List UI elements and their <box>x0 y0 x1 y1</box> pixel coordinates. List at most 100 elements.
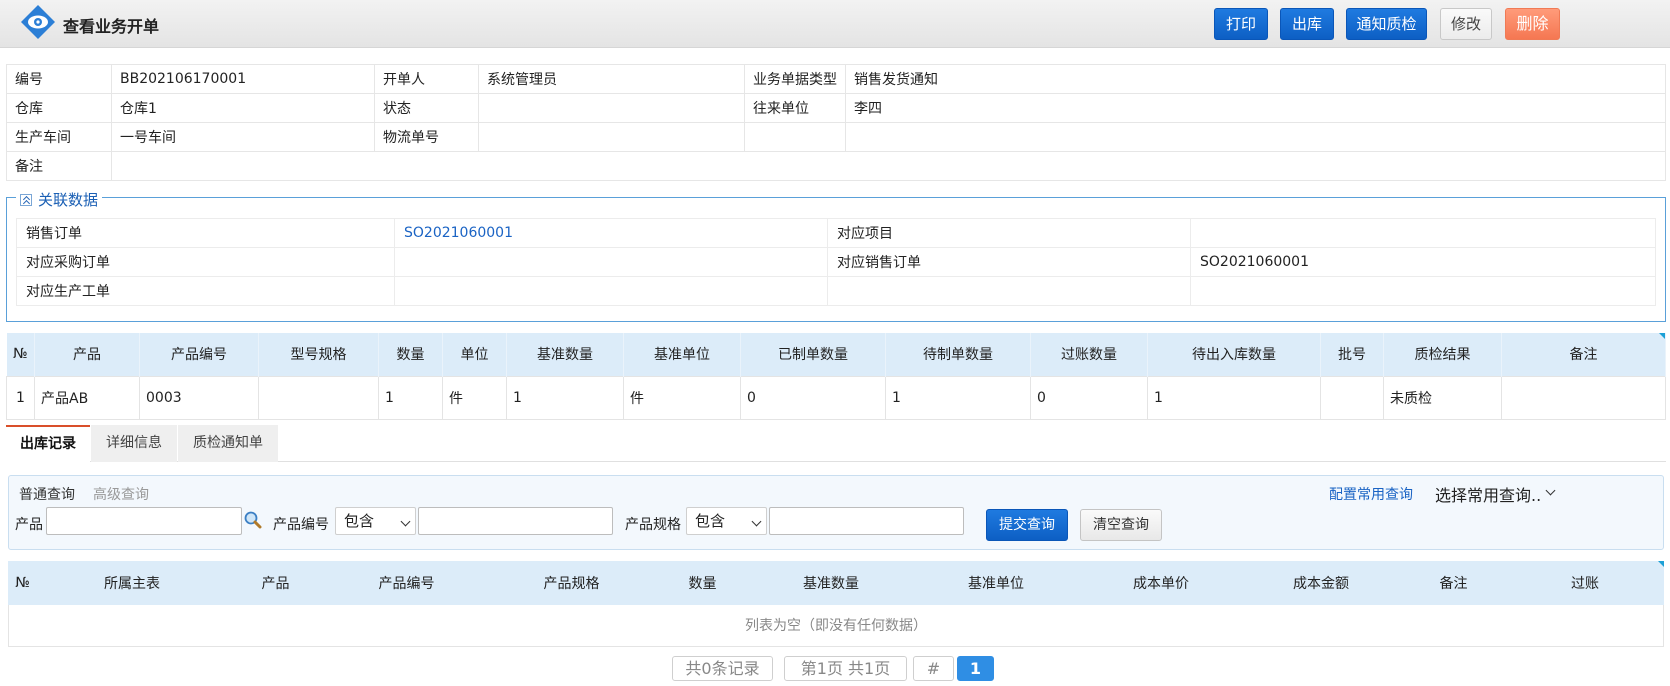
info-label: 往来单位 <box>744 93 846 123</box>
eye-logo-icon <box>21 5 55 39</box>
cell: 1 <box>885 375 1031 420</box>
cell: 产品AB <box>34 375 140 420</box>
info-value: 仓库1 <box>111 93 375 123</box>
col-header[interactable]: 待出入库数量 <box>1147 333 1321 376</box>
col-header[interactable]: 成本金额 <box>1241 561 1401 605</box>
cell <box>1501 375 1666 420</box>
info-row: 生产车间 一号车间 物流单号 <box>6 122 1666 152</box>
col-header[interactable]: 产品编号 <box>324 561 489 605</box>
cell <box>258 375 379 420</box>
related-value <box>1190 218 1656 248</box>
top-bar: 查看业务开单 打印 出库 通知质检 修改 删除 <box>0 0 1670 48</box>
col-header[interactable]: 基准数量 <box>751 561 911 605</box>
info-value: 销售发货通知 <box>845 64 1666 94</box>
info-value: BB202106170001 <box>111 64 375 94</box>
remark-value <box>111 151 1666 181</box>
col-header[interactable]: 成本单价 <box>1081 561 1241 605</box>
col-header[interactable]: № <box>6 333 35 376</box>
info-label: 仓库 <box>6 93 112 123</box>
col-header[interactable]: 基准数量 <box>506 333 624 376</box>
col-header[interactable]: 已制单数量 <box>740 333 886 376</box>
related-row: 对应采购订单 对应销售订单 SO2021060001 <box>16 247 1656 277</box>
outbound-button[interactable]: 出库 <box>1280 8 1334 40</box>
tab-details[interactable]: 详细信息 <box>91 425 177 462</box>
col-header[interactable]: 基准单位 <box>623 333 741 376</box>
cell <box>1320 375 1384 420</box>
grid-corner-marker <box>1659 333 1665 339</box>
cell: 0 <box>1030 375 1148 420</box>
col-header[interactable]: 数量 <box>378 333 443 376</box>
col-header[interactable]: 产品编号 <box>139 333 259 376</box>
cell: 件 <box>623 375 741 420</box>
product-spec-label: 产品规格 <box>625 517 681 533</box>
related-label: 对应销售订单 <box>827 247 1191 277</box>
info-label <box>744 122 846 152</box>
col-header[interactable]: 型号规格 <box>258 333 379 376</box>
edit-button[interactable]: 修改 <box>1440 8 1492 40</box>
col-header[interactable]: 基准单位 <box>911 561 1081 605</box>
cell: 件 <box>442 375 507 420</box>
col-header[interactable]: 质检结果 <box>1383 333 1502 376</box>
print-button[interactable]: 打印 <box>1214 8 1268 40</box>
info-row: 仓库 仓库1 状态 往来单位 李四 <box>6 93 1666 123</box>
col-header[interactable]: 过账数量 <box>1030 333 1148 376</box>
notify-qc-button[interactable]: 通知质检 <box>1346 8 1427 40</box>
clear-query-button[interactable]: 清空查询 <box>1080 509 1162 541</box>
product-grid-header: № 产品 产品编号 型号规格 数量 单位 基准数量 基准单位 已制单数量 待制单… <box>6 333 1666 376</box>
product-spec-operator[interactable]: 包含 <box>686 507 767 535</box>
info-label: 编号 <box>6 64 112 94</box>
delete-button[interactable]: 删除 <box>1505 8 1560 40</box>
product-code-operator[interactable]: 包含 <box>335 507 416 535</box>
col-header[interactable]: № <box>8 561 37 605</box>
related-data-legend[interactable]: 关联数据 <box>16 189 103 210</box>
product-input[interactable] <box>46 507 242 535</box>
config-query-link[interactable]: 配置常用查询 <box>1329 484 1413 504</box>
chevron-down-icon <box>751 516 762 527</box>
info-label: 状态 <box>374 93 479 123</box>
related-label: 对应采购订单 <box>16 247 395 277</box>
related-label <box>827 276 1191 306</box>
info-label: 开单人 <box>374 64 479 94</box>
info-row: 备注 <box>6 151 1666 181</box>
product-code-input[interactable] <box>418 507 613 535</box>
tab-outbound-records[interactable]: 出库记录 <box>6 425 90 462</box>
col-header[interactable]: 数量 <box>654 561 751 605</box>
related-value <box>1190 276 1656 306</box>
col-header[interactable]: 产品 <box>227 561 324 605</box>
col-header[interactable]: 单位 <box>442 333 507 376</box>
saved-query-value: 选择常用查询.. <box>1435 486 1542 505</box>
pagination-jump[interactable]: # <box>913 656 954 681</box>
submit-query-button[interactable]: 提交查询 <box>986 509 1068 541</box>
cell: 1 <box>506 375 624 420</box>
col-header[interactable]: 过账 <box>1506 561 1664 605</box>
outbound-records-table: № 所属主表 产品 产品编号 产品规格 数量 基准数量 基准单位 成本单价 成本… <box>8 561 1664 605</box>
table-row[interactable]: 1 产品AB 0003 1 件 1 件 0 1 0 1 未质检 <box>6 375 1666 420</box>
product-spec-input[interactable] <box>769 507 964 535</box>
info-value <box>478 93 745 123</box>
saved-query-select[interactable]: 选择常用查询.. <box>1435 482 1556 506</box>
col-header[interactable]: 所属主表 <box>37 561 227 605</box>
cell: 未质检 <box>1383 375 1502 420</box>
pagination-pages: 第1页 共1页 <box>784 656 907 681</box>
related-value <box>394 247 828 277</box>
related-legend-label: 关联数据 <box>38 191 99 209</box>
pagination-total: 共0条记录 <box>672 656 773 681</box>
empty-list-message: 列表为空（即没有任何数据） <box>8 605 1664 647</box>
remark-label: 备注 <box>6 151 112 181</box>
page-title: 查看业务开单 <box>63 17 160 36</box>
related-label: 对应生产工单 <box>16 276 395 306</box>
col-header[interactable]: 批号 <box>1320 333 1384 376</box>
normal-query-tab[interactable]: 普通查询 <box>19 484 75 504</box>
col-header[interactable]: 待制单数量 <box>885 333 1031 376</box>
advanced-query-tab[interactable]: 高级查询 <box>93 484 149 504</box>
col-header[interactable]: 备注 <box>1401 561 1506 605</box>
col-header[interactable]: 产品规格 <box>489 561 654 605</box>
pagination-current-page[interactable]: 1 <box>957 656 994 681</box>
related-table: 销售订单 SO2021060001 对应项目 对应采购订单 对应销售订单 SO2… <box>16 218 1656 306</box>
sales-order-link[interactable]: SO2021060001 <box>394 218 828 248</box>
col-header[interactable]: 备注 <box>1501 333 1666 376</box>
tab-qc-notice[interactable]: 质检通知单 <box>178 425 278 462</box>
col-header[interactable]: 产品 <box>34 333 140 376</box>
search-icon[interactable] <box>243 510 263 530</box>
collapse-up-icon[interactable] <box>20 193 32 206</box>
